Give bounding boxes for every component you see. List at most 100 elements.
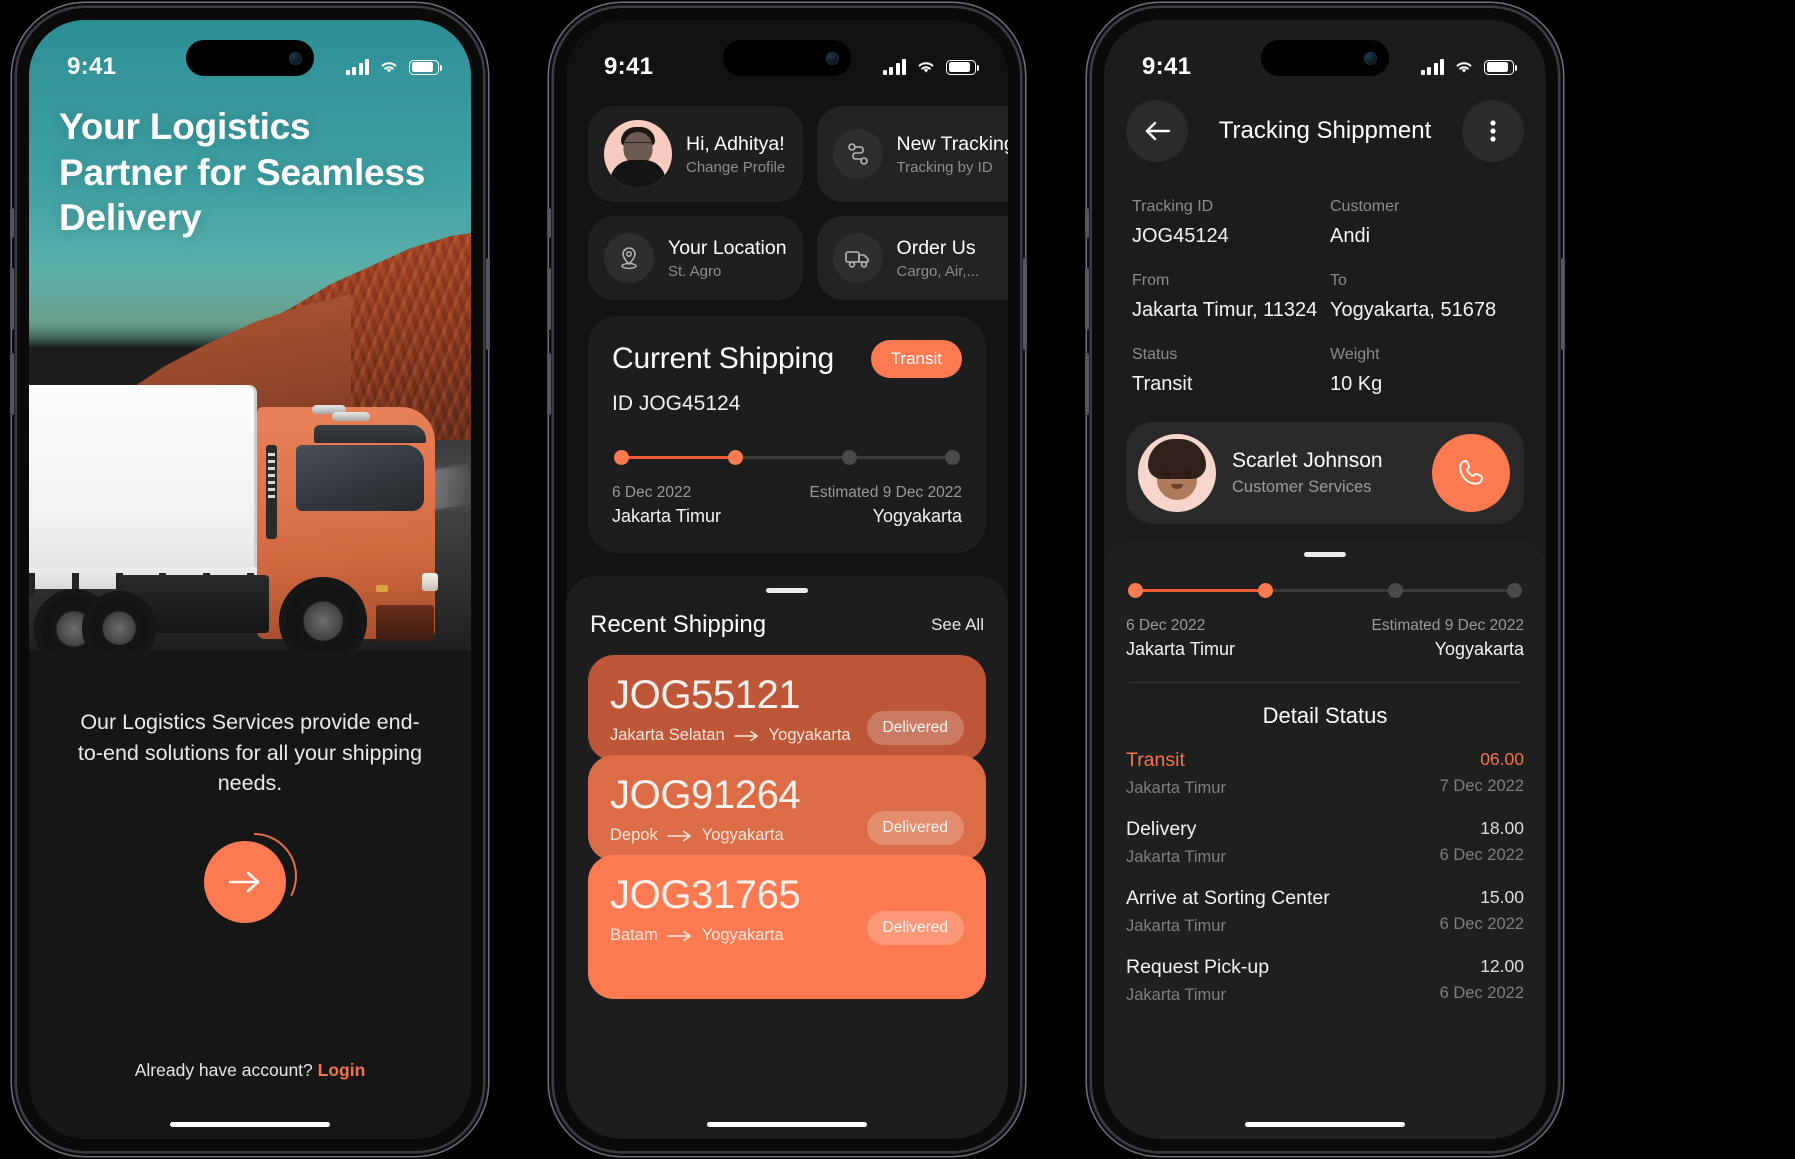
status-date: 6 Dec 2022	[1439, 984, 1524, 1002]
volume-down-button[interactable]	[1085, 353, 1089, 415]
greeting-text: Hi, Adhitya!	[686, 132, 785, 155]
quick-action-order[interactable]: Order Us Cargo, Air,...	[816, 216, 1008, 300]
field-from: From Jakarta Timur, 11324	[1132, 272, 1320, 322]
truck-icon	[832, 233, 883, 283]
get-started-cta[interactable]	[204, 833, 297, 927]
your-location-title: Your Location	[668, 236, 787, 259]
progress-fill	[1134, 589, 1265, 592]
change-profile-label: Change Profile	[686, 158, 786, 176]
see-all-button[interactable]: See All	[931, 615, 984, 635]
field-value: Andi	[1330, 225, 1371, 247]
progress-step-dot	[1258, 583, 1274, 598]
list-item[interactable]: JOG55121 Jakarta Selatan Yogyakarta Deli…	[588, 655, 986, 761]
customer-service-card[interactable]: Scarlet Johnson Customer Services	[1126, 422, 1524, 524]
route-to: Yogyakarta	[701, 826, 784, 844]
status-date: 7 Dec 2022	[1439, 777, 1524, 795]
home-indicator[interactable]	[1245, 1121, 1405, 1127]
divider	[1130, 682, 1520, 683]
order-us-subtitle: Cargo, Air,...	[896, 262, 980, 280]
field-value: Yogyakarta, 51678	[1330, 299, 1497, 321]
screen-home: Hi, Adhitya! Change Profile New Tracking…	[566, 20, 1008, 1139]
order-us-title: Order Us	[896, 236, 976, 259]
status-name: Request Pick-up	[1126, 956, 1270, 978]
power-button[interactable]	[486, 258, 490, 350]
delivery-badge: Delivered	[866, 811, 964, 845]
quick-action-location[interactable]: Your Location St. Agro	[588, 216, 803, 300]
volume-down-button[interactable]	[10, 353, 14, 415]
truck-headlight	[422, 573, 438, 591]
truck-trailer	[29, 385, 257, 589]
status-time: 18.00	[1480, 818, 1524, 838]
arrow-left-icon	[1145, 121, 1171, 141]
field-value: JOG45124	[1132, 225, 1229, 247]
arrow-right-icon	[228, 871, 260, 893]
progress-end-date: Estimated 9 Dec 2022	[809, 484, 962, 501]
route-from: Batam	[610, 926, 658, 944]
status-time: 06.00	[1480, 749, 1524, 769]
volume-down-button[interactable]	[547, 353, 551, 415]
page-title: Tracking Shippment	[1218, 117, 1432, 144]
onboarding-description: Our Logistics Services provide end-to-en…	[77, 710, 423, 796]
home-indicator[interactable]	[170, 1121, 330, 1127]
status-place: Jakarta Timur	[1126, 848, 1226, 866]
recent-shipping-title: Recent Shipping	[590, 611, 767, 638]
tracking-progress-sheet: 6 Dec 2022 Jakarta Timur Estimated 9 Dec…	[1104, 540, 1546, 1139]
call-button[interactable]	[1432, 434, 1510, 512]
front-camera	[1364, 51, 1377, 65]
more-vertical-icon	[1490, 120, 1496, 142]
shipment-fields: Tracking ID JOG45124 Customer Andi From …	[1126, 198, 1524, 396]
truck-side-grille	[266, 445, 277, 539]
status-badge[interactable]: Transit	[870, 340, 962, 378]
progress-end-date: Estimated 9 Dec 2022	[1371, 617, 1524, 634]
front-camera	[289, 51, 302, 65]
back-button[interactable]	[1126, 100, 1188, 162]
phone-home: Hi, Adhitya! Change Profile New Tracking…	[547, 8, 1027, 1151]
status-place: Jakarta Timur	[1126, 986, 1226, 1004]
status-time: 12.00	[1480, 956, 1524, 976]
detail-status-title: Detail Status	[1262, 703, 1388, 728]
recent-shipping-list: JOG55121 Jakarta Selatan Yogyakarta Deli…	[588, 655, 986, 999]
recent-shipping-sheet: Recent Shipping See All JOG55121 Jakarta…	[566, 576, 1008, 1139]
power-button[interactable]	[1023, 258, 1027, 350]
field-status: Status Transit	[1132, 346, 1320, 396]
list-item[interactable]: JOG91264 Depok Yogyakarta Delivered	[588, 755, 986, 861]
home-indicator[interactable]	[707, 1121, 867, 1127]
quick-action-profile[interactable]: Hi, Adhitya! Change Profile	[588, 106, 803, 202]
more-options-button[interactable]	[1461, 100, 1524, 162]
truck-sun-visor	[314, 425, 426, 443]
progress-start-place: Jakarta Timur	[1126, 639, 1236, 659]
your-location-value: St. Agro	[668, 262, 722, 280]
field-label: Customer	[1330, 198, 1400, 215]
delivery-badge: Delivered	[866, 711, 964, 745]
field-label: Weight	[1330, 346, 1380, 363]
progress-step-dot	[842, 450, 858, 465]
quick-action-new-tracking[interactable]: New Tracking Tracking by ID	[816, 106, 1008, 202]
field-customer: Customer Andi	[1330, 198, 1518, 248]
sheet-grabber[interactable]	[1304, 552, 1346, 557]
truck-fog-lamp	[376, 585, 388, 592]
front-camera	[826, 51, 839, 65]
progress-start-place: Jakarta Timur	[612, 506, 722, 526]
progress-step-dot	[945, 450, 960, 465]
truck-window	[296, 445, 424, 511]
list-item[interactable]: JOG31765 Batam Yogyakarta Delivered	[588, 855, 986, 999]
status-place: Jakarta Timur	[1126, 779, 1226, 797]
status-place: Jakarta Timur	[1126, 917, 1226, 935]
login-link[interactable]: Login	[318, 1060, 366, 1080]
avatar	[604, 120, 672, 188]
field-label: From	[1132, 272, 1170, 289]
progress-start-date: 6 Dec 2022	[1126, 617, 1206, 634]
field-to: To Yogyakarta, 51678	[1330, 272, 1518, 322]
truck-horns	[312, 405, 374, 421]
power-button[interactable]	[1561, 258, 1565, 350]
progress-endpoints: 6 Dec 2022 Jakarta Timur Estimated 9 Dec…	[612, 484, 962, 527]
route-to: Yogyakarta	[768, 726, 851, 744]
phone-onboarding: Your Logistics Partner for Seamless Deli…	[10, 8, 490, 1151]
get-started-button[interactable]	[204, 841, 286, 923]
table-row: Arrive at Sorting Center Jakarta Timur 1…	[1126, 887, 1524, 936]
login-prompt[interactable]: Already have account? Login	[29, 1060, 471, 1081]
onboarding-lower-panel: Our Logistics Services provide end-to-en…	[29, 650, 471, 1139]
dynamic-island	[723, 40, 851, 76]
login-prompt-text: Already have account?	[134, 1060, 318, 1080]
table-row: Transit Jakarta Timur 06.00 7 Dec 2022	[1126, 749, 1524, 798]
